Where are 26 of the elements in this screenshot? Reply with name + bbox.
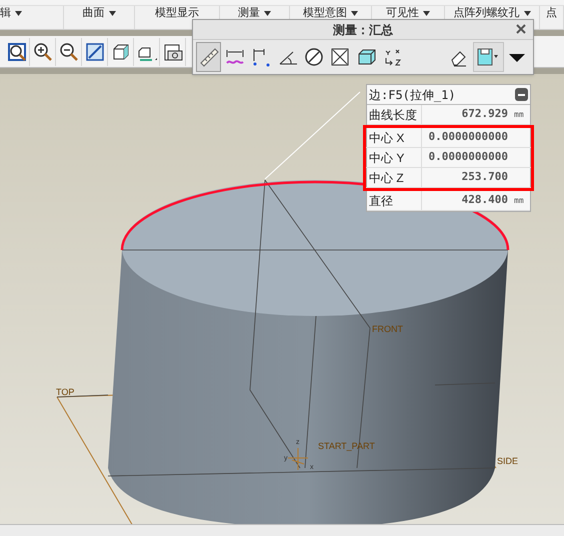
- property-label: 曲线长度: [367, 105, 422, 124]
- property-value: 253.700: [460, 169, 509, 186]
- panel-title: 边:F5(拉伸_1): [369, 86, 456, 104]
- menu-tab[interactable]: 曲面: [82, 7, 104, 20]
- property-label: 中心 X: [367, 128, 422, 147]
- menu-tab[interactable]: 点阵列螺纹孔: [454, 7, 520, 20]
- property-value: 672.929: [460, 106, 509, 122]
- menu-tab[interactable]: 测量: [238, 7, 260, 20]
- datum-label: START_PART: [318, 441, 375, 451]
- property-label: 直径: [367, 191, 422, 210]
- menu-tab[interactable]: 模型意图: [303, 7, 347, 20]
- datum-label: TOP: [56, 387, 74, 397]
- datum-label: SIDE: [497, 456, 518, 466]
- property-label: 中心 Y: [367, 148, 422, 167]
- property-value: 428.400: [460, 192, 509, 208]
- property-value: 0.0000000000: [428, 129, 509, 146]
- menu-tab[interactable]: 点: [546, 7, 557, 20]
- menu-tab[interactable]: 辑: [0, 7, 11, 20]
- datum-label: FRONT: [372, 324, 403, 334]
- menu-tab[interactable]: 可见性: [386, 7, 419, 20]
- dialog-title: 测量：汇总: [333, 22, 393, 38]
- property-label: 中心 Z: [367, 168, 422, 187]
- property-value: 0.0000000000: [428, 149, 509, 166]
- unit-label: mm: [513, 194, 524, 206]
- menu-tab[interactable]: 模型显示: [155, 7, 199, 20]
- unit-label: mm: [513, 108, 524, 120]
